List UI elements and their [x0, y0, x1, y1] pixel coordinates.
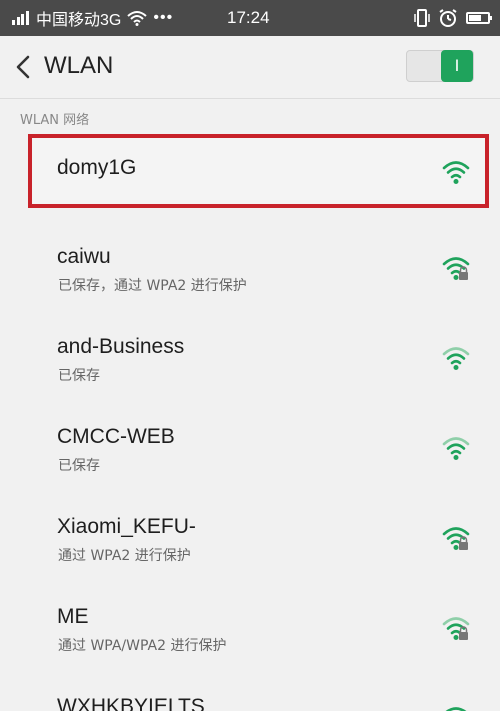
wifi-signal-icon	[442, 161, 470, 184]
toggle-knob: I	[441, 50, 473, 82]
network-name: WXHKBYIELTS	[57, 695, 205, 711]
network-name: and-Business	[57, 335, 185, 358]
carrier-label: 中国移动3G	[36, 12, 122, 29]
clock: 17:24	[227, 8, 270, 27]
network-status: 已保存，通过 WPA2 进行保护	[58, 278, 247, 294]
network-name: Xiaomi_KEFU-	[57, 515, 196, 538]
network-item[interactable]: caiwu 已保存，通过 WPA2 进行保护	[28, 235, 488, 307]
section-label: WLAN 网络	[20, 113, 90, 128]
network-name: CMCC-WEB	[57, 425, 175, 448]
wifi-signal-icon	[442, 347, 470, 370]
wifi-locked-icon	[442, 527, 470, 550]
network-status: 已保存	[58, 368, 100, 384]
more-notifications-icon: •••	[153, 9, 174, 26]
network-item[interactable]: WXHKBYIELTS	[28, 685, 488, 711]
battery-icon	[466, 12, 492, 24]
wlan-toggle[interactable]: I	[406, 50, 474, 82]
network-status: 通过 WPA2 进行保护	[58, 548, 191, 564]
network-status: 通过 WPA/WPA2 进行保护	[58, 638, 227, 654]
status-left: 中国移动3G •••	[12, 8, 174, 29]
network-name: ME	[57, 605, 89, 628]
vibrate-icon	[414, 9, 430, 27]
network-name: domy1G	[57, 156, 137, 179]
network-item[interactable]: and-Business 已保存	[28, 325, 488, 397]
back-arrow-icon[interactable]	[13, 54, 35, 80]
wifi-locked-icon	[442, 617, 470, 640]
network-item[interactable]: CMCC-WEB 已保存	[28, 415, 488, 487]
wifi-signal-icon	[442, 437, 470, 460]
signal-icon	[12, 11, 30, 25]
network-item[interactable]: ME 通过 WPA/WPA2 进行保护	[28, 595, 488, 667]
page-title: WLAN	[44, 52, 114, 79]
alarm-icon	[439, 9, 457, 27]
network-name: caiwu	[57, 245, 111, 268]
wifi-locked-icon	[445, 707, 467, 711]
network-status: 已保存	[58, 458, 100, 474]
network-item[interactable]: Xiaomi_KEFU- 通过 WPA2 进行保护	[28, 505, 488, 577]
network-item[interactable]: domy1G	[28, 134, 488, 206]
wifi-locked-icon	[442, 257, 470, 280]
status-right	[406, 8, 492, 28]
status-bar: 中国移动3G ••• 17:24	[0, 0, 500, 36]
app-header: WLAN I	[0, 36, 500, 99]
wifi-status-icon	[127, 11, 148, 26]
